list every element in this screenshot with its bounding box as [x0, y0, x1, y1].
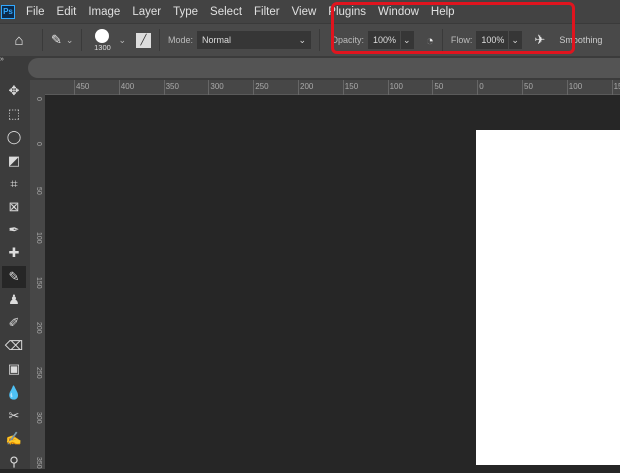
brush-size: 1300 — [94, 42, 111, 52]
ruler-tick — [522, 80, 523, 95]
menu-filter[interactable]: Filter — [254, 6, 280, 18]
ruler-label: 0 — [35, 142, 42, 146]
ruler-label: 450 — [76, 82, 90, 91]
ruler-tick — [342, 80, 344, 95]
brush-icon[interactable]: ✎ — [2, 265, 26, 288]
ruler-label: 350 — [35, 457, 42, 469]
eraser-icon[interactable]: ⌫ — [2, 335, 26, 357]
ruler-tick — [432, 80, 434, 95]
chevron-down-icon[interactable]: ⌄ — [118, 35, 126, 46]
ruler-tick — [163, 80, 165, 95]
horizontal-ruler[interactable]: 450 400 350 300 250 200 150 100 50 0 50 100 15 — [45, 80, 620, 95]
document-tab[interactable] — [28, 58, 620, 78]
ruler-tick — [566, 80, 568, 95]
ruler-label: 200 — [35, 322, 42, 334]
menu-image[interactable]: Image — [88, 6, 120, 18]
mode-value: Normal — [202, 35, 232, 45]
ruler-label: 200 — [300, 82, 314, 91]
frame-icon[interactable]: ⊠ — [2, 196, 26, 218]
ruler-tick — [118, 80, 120, 95]
highlight-annotation — [331, 2, 575, 54]
object-select-icon[interactable]: ◩ — [2, 150, 26, 172]
ruler-label: 250 — [35, 367, 42, 379]
healing-brush-icon[interactable]: ✚ — [2, 242, 26, 264]
ruler-tick — [253, 80, 255, 95]
divider — [159, 29, 160, 51]
lasso-icon[interactable]: ◯ — [2, 126, 26, 148]
ruler-label: 100 — [568, 82, 583, 91]
chevron-down-icon[interactable]: ⌄ — [66, 35, 74, 46]
mode-label: Mode: — [168, 35, 194, 45]
gradient-icon[interactable]: ▣ — [2, 358, 26, 380]
brush-settings-icon[interactable]: ╱ — [136, 32, 151, 48]
document-canvas[interactable] — [476, 130, 620, 465]
ruler-label: 100 — [389, 82, 403, 91]
ruler-label: 300 — [210, 82, 224, 91]
brush-size-picker[interactable]: 1300 — [90, 28, 114, 52]
ruler-label: 15 — [613, 82, 620, 91]
expand-panels-icon[interactable]: » — [0, 56, 28, 64]
blur-icon[interactable]: 💧 — [2, 382, 26, 404]
ruler-tick — [74, 80, 75, 95]
marquee-icon[interactable]: ⬚ — [2, 103, 26, 125]
menu-edit[interactable]: Edit — [57, 6, 77, 18]
divider — [81, 29, 83, 51]
ruler-tick — [298, 80, 299, 95]
ruler-tick — [611, 80, 613, 95]
ruler-label: 100 — [35, 232, 42, 244]
ruler-label: 350 — [165, 82, 179, 91]
vertical-ruler[interactable]: 0 0 50 100 150 200 250 300 350 — [30, 80, 45, 469]
pen-icon[interactable]: ✍ — [2, 428, 26, 450]
photoshop-logo[interactable]: Ps — [1, 4, 15, 19]
ruler-label: 50 — [434, 82, 444, 91]
move-icon[interactable]: ✥ — [2, 80, 26, 102]
dodge-icon[interactable]: ✂ — [2, 405, 26, 427]
zoom-icon[interactable]: ⚲ — [2, 451, 26, 473]
ruler-label: 300 — [35, 412, 42, 424]
eyedropper-icon[interactable]: ✒ — [2, 219, 26, 241]
menu-view[interactable]: View — [292, 6, 317, 18]
ruler-label: 250 — [255, 82, 269, 91]
chevron-down-icon: ⌄ — [298, 34, 307, 45]
ruler-label: 400 — [120, 82, 135, 91]
ruler-label: 150 — [344, 82, 359, 91]
menu-select[interactable]: Select — [210, 6, 242, 18]
clone-stamp-icon[interactable]: ♟ — [2, 289, 26, 311]
ruler-label: 50 — [524, 82, 533, 91]
ruler-label: 150 — [35, 277, 42, 289]
ruler-label: 0 — [35, 97, 42, 101]
home-icon[interactable]: ⌂ — [4, 32, 34, 49]
ruler-tick — [477, 80, 479, 95]
brush-preset-icon[interactable]: ✎ — [51, 32, 62, 48]
crop-icon[interactable]: ⌗ — [2, 173, 26, 195]
history-brush-icon[interactable]: ✐ — [2, 312, 26, 334]
menu-file[interactable]: File — [26, 6, 45, 18]
brush-tip-icon — [95, 28, 110, 43]
document-tab-bar — [0, 56, 620, 80]
tools-panel: ✥ ⬚ ◯ ◩ ⌗ ⊠ ✒ ✚ ✎ ♟ ✐ ⌫ ▣ 💧 ✂ ✍ ⚲ — [0, 80, 30, 469]
menu-layer[interactable]: Layer — [132, 6, 161, 18]
divider — [319, 29, 321, 51]
mode-select[interactable]: Normal ⌄ — [197, 31, 312, 49]
ruler-tick — [387, 80, 389, 95]
ruler-tick — [208, 80, 210, 95]
ruler-label: 0 — [479, 82, 484, 91]
divider — [42, 29, 43, 51]
menu-type[interactable]: Type — [173, 6, 198, 18]
ruler-label: 50 — [35, 187, 42, 195]
